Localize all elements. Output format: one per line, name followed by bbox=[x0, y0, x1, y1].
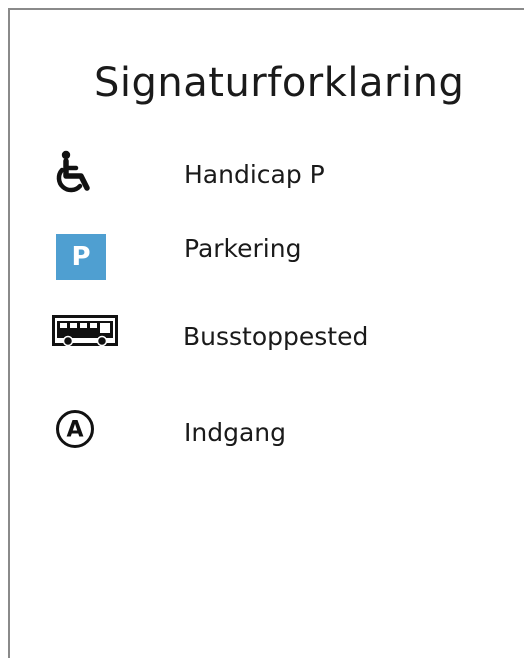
parking-icon-letter: P bbox=[71, 242, 91, 272]
entrance-a-icon: A bbox=[56, 410, 94, 448]
legend-label-handicap: Handicap P bbox=[184, 160, 325, 189]
wheelchair-icon bbox=[56, 150, 90, 193]
legend-title: Signaturforklaring bbox=[94, 60, 465, 106]
legend-label-entrance: Indgang bbox=[184, 418, 286, 447]
legend-panel: Signaturforklaring Handicap P P Parkerin… bbox=[8, 8, 524, 658]
legend-label-bus: Busstoppested bbox=[183, 322, 369, 351]
bus-icon bbox=[52, 315, 118, 347]
parking-icon: P bbox=[56, 234, 106, 280]
entrance-a-letter: A bbox=[66, 418, 83, 443]
legend-label-parking: Parkering bbox=[184, 234, 302, 263]
